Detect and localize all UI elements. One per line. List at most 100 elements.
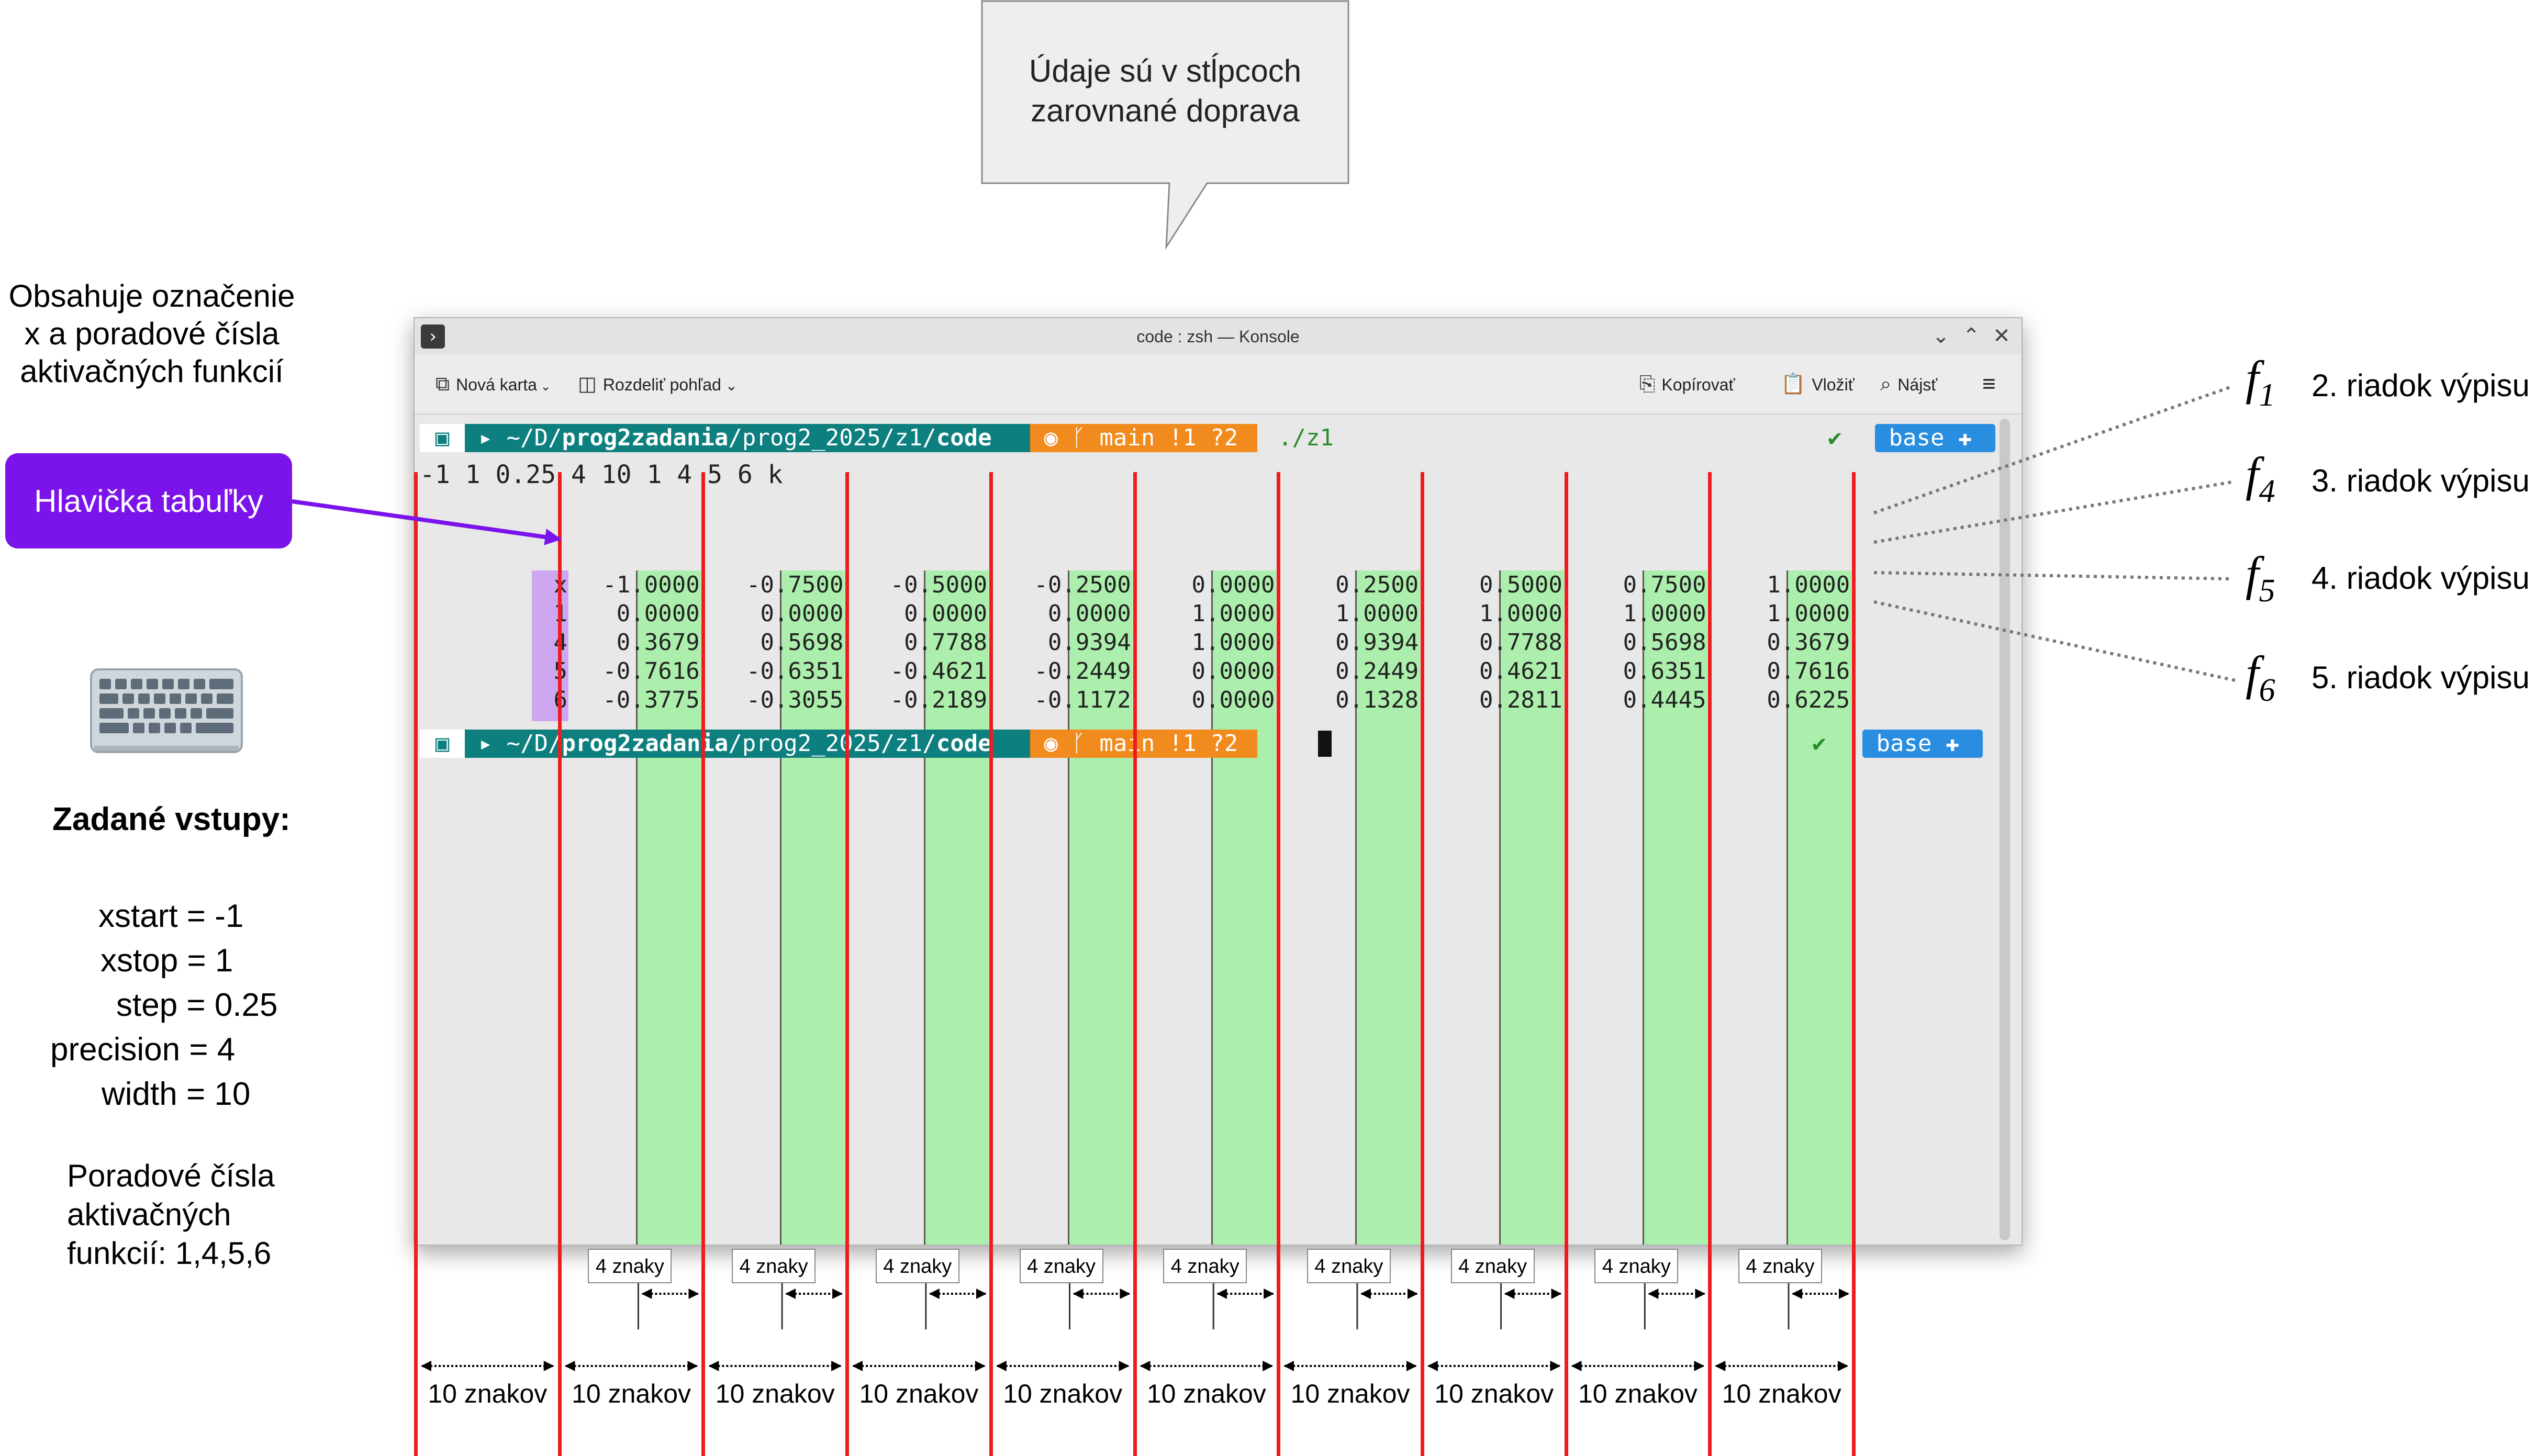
scrollbar[interactable]	[2000, 419, 2010, 1240]
table-row: 10.00000.00000.00000.00001.00001.00001.0…	[415, 599, 1985, 628]
close-button[interactable]: ✕	[1987, 321, 2016, 351]
keyboard-icon	[90, 668, 243, 753]
table-cell: 0.4445	[1623, 687, 1706, 713]
activation-functions-label: Poradové čísla aktivačných funkcií: 1,4,…	[67, 1158, 275, 1271]
new-tab-button[interactable]: ⧉ Nová karta ⌄	[436, 371, 551, 398]
table-cell: -0.3055	[746, 687, 844, 713]
check-icon: ✔	[1828, 424, 1842, 451]
four-chars-label: 4 znaky	[1019, 1249, 1103, 1283]
table-cell: 0.1328	[1335, 687, 1419, 713]
column-boundary-line	[414, 472, 418, 1456]
os-icon-2: ▣	[420, 730, 465, 758]
four-chars-label: 4 znaky	[1450, 1249, 1535, 1283]
ten-chars-label: 10 znakov	[1290, 1379, 1410, 1408]
header-label: Hlavička tabuľky	[5, 453, 292, 548]
table-cell: 0.3679	[1767, 629, 1850, 656]
table-cell: 0.5698	[1623, 629, 1706, 656]
table-cell: 0.0000	[1191, 572, 1275, 598]
f6-symbol: f6	[2246, 646, 2275, 708]
table-cell: 0.9394	[1335, 629, 1419, 656]
input-width: width = 10	[102, 1076, 251, 1112]
find-button[interactable]: ⌕ Nájsť	[1880, 371, 1937, 398]
table-cell: 0.5000	[1479, 572, 1562, 598]
window-title: code : zsh — Konsole	[1136, 327, 1300, 346]
f1-description: 2. riadok výpisu	[2312, 368, 2530, 403]
column-boundary-line	[1277, 472, 1281, 1456]
column-boundary-line	[1133, 472, 1137, 1456]
ten-chars-label: 10 znakov	[715, 1379, 835, 1408]
column-boundary-line	[1420, 472, 1424, 1456]
four-chars-label: 4 znaky	[1738, 1249, 1822, 1283]
title-bar: › code : zsh — Konsole ⌄ ⌃ ✕	[415, 318, 2022, 355]
table-cell: -0.3775	[602, 687, 700, 713]
four-chars-label: 4 znaky	[1594, 1249, 1679, 1283]
inputs-title: Zadané vstupy:	[52, 801, 291, 837]
maximize-button[interactable]: ⌃	[1957, 321, 1986, 351]
new-tab-icon: ⧉	[436, 373, 450, 395]
table-cell: 0.0000	[1191, 687, 1275, 713]
table-cell: 0.2500	[1335, 572, 1419, 598]
column-boundary-line	[1708, 472, 1712, 1456]
callout: Údaje sú v stĺpcoch zarovnané doprava	[0, 0, 2546, 251]
konsole-window: › code : zsh — Konsole ⌄ ⌃ ✕ ⧉ Nová karta…	[414, 317, 2023, 1246]
input-precision: precision = 4	[50, 1032, 236, 1068]
table-cell: 0.7788	[904, 629, 988, 656]
table-cell: 1.0000	[1335, 600, 1419, 627]
label-column-description: Obsahuje označenie x a poradové čísla ak…	[8, 278, 295, 389]
table-cell: 0.4621	[1479, 658, 1562, 685]
ten-chars-label: 10 znakov	[1722, 1379, 1841, 1408]
terminal-area[interactable]: ▣ ▸ ~/D/prog2zadania/prog2_2025/z1/code …	[415, 415, 2022, 1245]
table-cell: 0.3679	[616, 629, 700, 656]
paste-button[interactable]: 📋 Vložiť	[1781, 371, 1855, 398]
copy-button[interactable]: ⎘ Kopírovať	[1639, 371, 1735, 398]
find-label: Nájsť	[1897, 375, 1938, 394]
four-chars-label: 4 znaky	[1306, 1249, 1391, 1283]
conda-env: base ✚	[1875, 424, 1995, 452]
four-chars-label: 4 znaky	[588, 1249, 672, 1283]
table-cell: 1.0000	[1767, 572, 1850, 598]
split-view-button[interactable]: ◫ Rozdeliť pohľad ⌄	[578, 371, 738, 398]
table-row: 5-0.7616-0.6351-0.4621-0.24490.00000.244…	[415, 657, 1985, 686]
f4-description: 3. riadok výpisu	[2312, 463, 2530, 498]
f6-description: 5. riadok výpisu	[2312, 660, 2530, 695]
split-view-icon: ◫	[578, 373, 597, 395]
prompt-line-1: ▣ ▸ ~/D/prog2zadania/prog2_2025/z1/code …	[420, 424, 1995, 452]
split-view-label: Rozdeliť pohľad	[602, 375, 721, 394]
prompt-path: ▸ ~/D/prog2zadania/prog2_2025/z1/code	[465, 424, 1030, 452]
prompt-line-2: ▣ ▸ ~/D/prog2zadania/prog2_2025/z1/code …	[420, 730, 1985, 758]
table-cell: -0.5000	[890, 572, 988, 598]
prompt-git: ◉ ᚴ main !1 ?2	[1030, 424, 1257, 452]
table-cell: -0.7500	[746, 572, 844, 598]
prompt-command: ./z1	[1278, 424, 1334, 451]
conda-env-2: base ✚	[1862, 730, 1983, 758]
paste-icon: 📋	[1781, 373, 1806, 395]
table-cell: -0.7616	[602, 658, 700, 685]
chevron-down-icon: ⌄	[1932, 324, 1950, 348]
table-cell: 0.0000	[760, 600, 844, 627]
table-cell: -0.6351	[746, 658, 844, 685]
table-cell: 0.0000	[616, 600, 700, 627]
menu-button[interactable]: ≡	[1982, 371, 1996, 398]
f1-symbol: f1	[2246, 351, 2275, 413]
table-cell: -0.2189	[890, 687, 988, 713]
table-cell: 0.2449	[1335, 658, 1419, 685]
ten-chars-label: 10 znakov	[1003, 1379, 1123, 1408]
table-cell: 1.0000	[1623, 600, 1706, 627]
table-cell: 0.0000	[1047, 600, 1131, 627]
table-cell: 0.0000	[904, 600, 988, 627]
table-cell: 0.0000	[1191, 658, 1275, 685]
minimize-button[interactable]: ⌄	[1926, 321, 1956, 351]
new-tab-label: Nová karta	[456, 375, 537, 394]
ten-chars-label: 10 znakov	[1578, 1379, 1698, 1408]
column-boundary-line	[557, 472, 562, 1456]
f5-description: 4. riadok výpisu	[2312, 561, 2530, 596]
check-icon-2: ✔	[1812, 730, 1826, 757]
column-boundary-line	[1852, 472, 1856, 1456]
ten-chars-label: 10 znakov	[428, 1379, 548, 1408]
ten-chars-label: 10 znakov	[572, 1379, 691, 1408]
table-header-row: x-1.0000-0.7500-0.5000-0.25000.00000.250…	[415, 570, 1985, 599]
four-chars-label: 4 znaky	[732, 1249, 816, 1283]
table-cell: 1.0000	[1767, 600, 1850, 627]
os-icon: ▣	[420, 424, 465, 452]
table-cell: 1.0000	[1191, 600, 1275, 627]
